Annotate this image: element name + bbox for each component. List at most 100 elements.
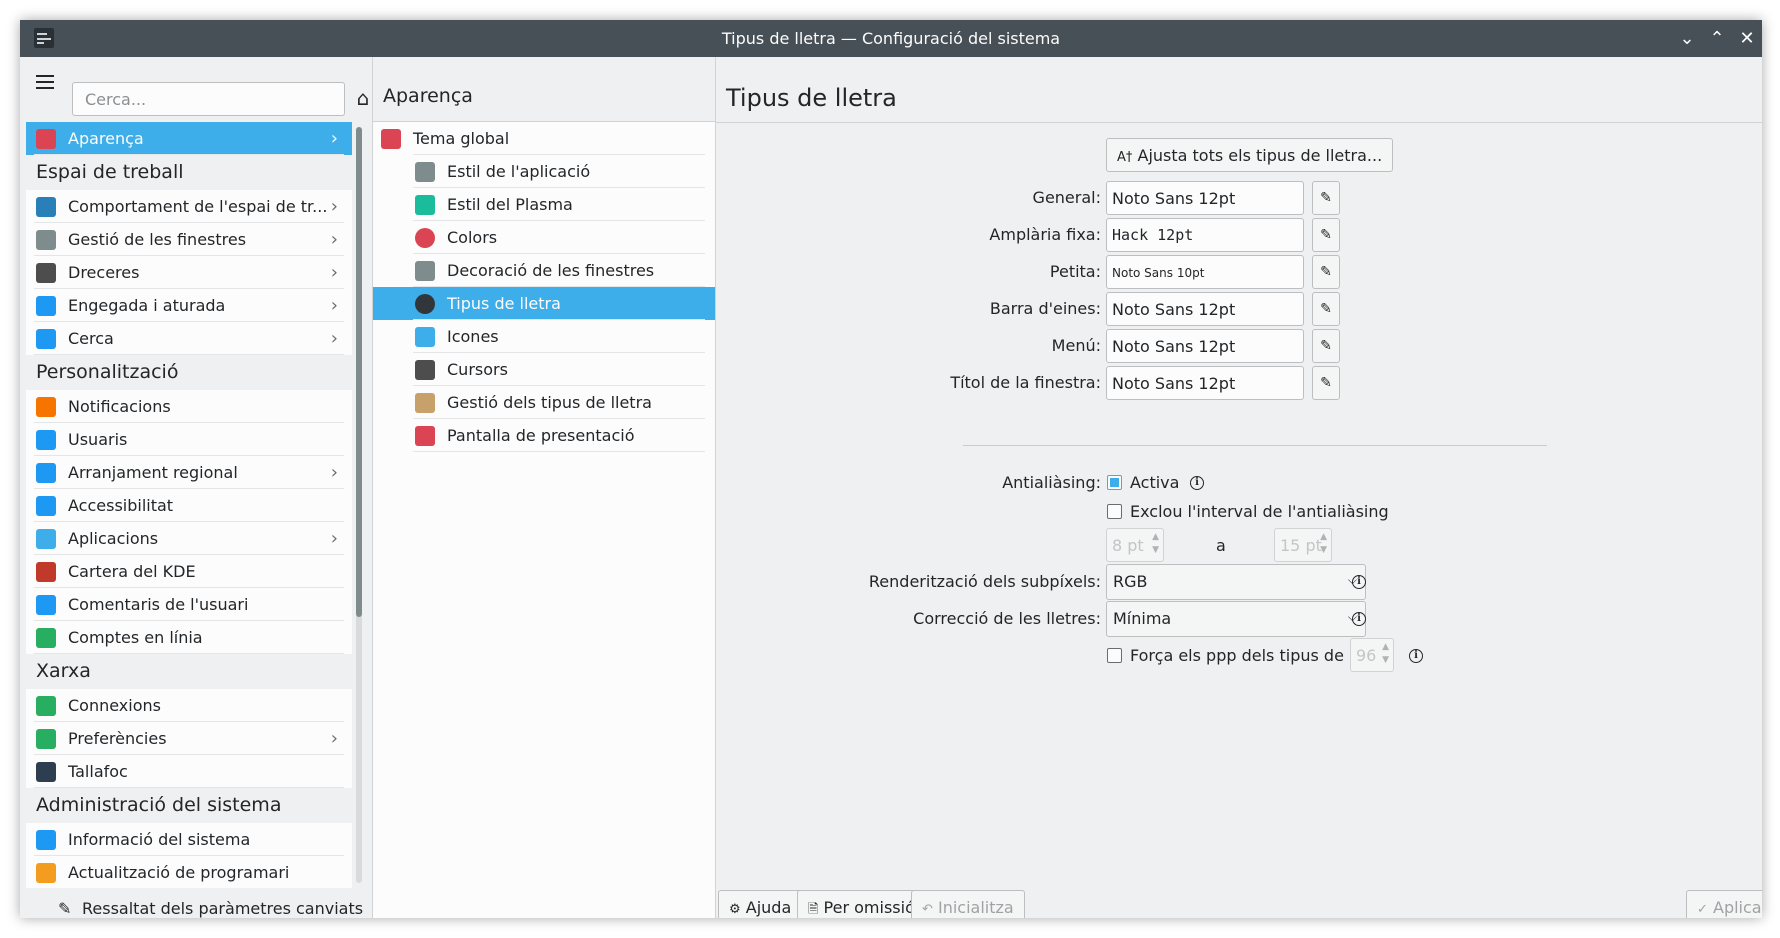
sidebar-item-comentaris-de-l-usuari[interactable]: Comentaris de l'usuari	[26, 588, 352, 621]
help-label: Ajuda	[745, 898, 792, 917]
category-item-tipus-de-lletra[interactable]: Tipus de lletra	[373, 287, 715, 320]
category-item-cursors[interactable]: Cursors	[373, 353, 715, 386]
sidebar-item-usuaris[interactable]: Usuaris	[26, 423, 352, 456]
sidebar-item-informacio-del-sistema[interactable]: Informació del sistema	[26, 823, 352, 856]
hamburger-menu-icon[interactable]	[36, 75, 54, 89]
sidebar-item-label: Comentaris de l'usuari	[68, 595, 249, 614]
settings-window: Tipus de lletra — Configuració del siste…	[20, 20, 1762, 918]
force-dpi-checkbox[interactable]	[1107, 648, 1122, 663]
sidebar-item-connexions[interactable]: Connexions	[26, 689, 352, 722]
fonts-page: Tipus de lletra A† Ajusta tots els tipus…	[716, 57, 1762, 918]
spin-arrows-icon[interactable]: ▲ ▼	[1152, 531, 1159, 557]
hinting-select[interactable]: Mínima ⌵	[1106, 601, 1366, 637]
exclude-from-spinbox[interactable]: 8 pt ▲ ▼	[1106, 528, 1164, 562]
chevron-right-icon: ›	[330, 328, 338, 349]
sidebar-item-label: Cerca	[68, 329, 114, 348]
sidebar-item-gestio-de-les-finestres[interactable]: Gestió de les finestres ›	[26, 223, 352, 256]
reset-button[interactable]: ↶ Inicialitza	[911, 890, 1025, 918]
sidebar-item-cerca[interactable]: Cerca ›	[26, 322, 352, 355]
sidebar-item-cartera-del-kde[interactable]: Cartera del KDE	[26, 555, 352, 588]
sidebar-scrollbar[interactable]	[356, 127, 362, 883]
font-field-titol-de-la-finestra[interactable]: Noto Sans 12pt	[1106, 366, 1304, 400]
category-item-label: Tema global	[413, 129, 510, 148]
edit-font-pen-icon[interactable]: ✎	[1312, 366, 1340, 400]
info-icon[interactable]: i	[1409, 649, 1423, 663]
defaults-button[interactable]: 🗎 Per omissió	[797, 890, 926, 918]
exclude-to-spinbox[interactable]: 15 pt ▲ ▼	[1274, 528, 1332, 562]
subpixel-rendering-value: RGB	[1113, 572, 1148, 591]
category-item-colors[interactable]: Colors	[373, 221, 715, 254]
font-field-general[interactable]: Noto Sans 12pt	[1106, 181, 1304, 215]
exclude-range-checkbox[interactable]	[1107, 504, 1122, 519]
help-button[interactable]: ⚙ Ajuda	[718, 890, 803, 918]
edit-font-pen-icon[interactable]: ✎	[1312, 292, 1340, 326]
keyboard-icon	[36, 263, 56, 283]
category-item-decoracio-de-les-finestres[interactable]: Decoració de les finestres	[373, 254, 715, 287]
font-field-menu[interactable]: Noto Sans 12pt	[1106, 329, 1304, 363]
font-icon: A†	[1117, 150, 1133, 165]
exclude-range-label[interactable]: Exclou l'interval de l'antialiàsing	[1130, 502, 1389, 521]
window-decoration-icon	[415, 261, 435, 281]
category-item-gestio-dels-tipus-de-lletra[interactable]: Gestió dels tipus de lletra	[373, 386, 715, 419]
sidebar-item-preferencies[interactable]: Preferències ›	[26, 722, 352, 755]
font-management-icon	[415, 393, 435, 413]
sidebar-item-aparenca[interactable]: Aparença ›	[26, 122, 352, 155]
sidebar-item-label: Gestió de les finestres	[68, 230, 247, 249]
search-input[interactable]: Cerca...	[72, 82, 345, 116]
sidebar-item-comptes-en-linia[interactable]: Comptes en línia	[26, 621, 352, 654]
sidebar-item-actualitzacio-de-programari[interactable]: Actualització de programari	[26, 856, 352, 888]
category-item-estil-del-plasma[interactable]: Estil del Plasma	[373, 188, 715, 221]
info-icon[interactable]: i	[1352, 612, 1366, 626]
sidebar-item-engegada-i-aturada[interactable]: Engegada i aturada ›	[26, 289, 352, 322]
info-icon	[36, 830, 56, 850]
sidebar: Cerca... ⌂ Aparença › Espai de treball Comp…	[20, 57, 372, 918]
edit-font-pen-icon[interactable]: ✎	[1312, 181, 1340, 215]
sidebar-item-tallafoc[interactable]: Tallafoc	[26, 755, 352, 788]
edit-font-pen-icon[interactable]: ✎	[1312, 218, 1340, 252]
category-item-label: Estil del Plasma	[447, 195, 573, 214]
sidebar-item-aplicacions[interactable]: Aplicacions ›	[26, 522, 352, 555]
spin-arrows-icon[interactable]: ▲ ▼	[1320, 531, 1327, 557]
sidebar-item-label: Tallafoc	[68, 762, 128, 781]
maximize-icon[interactable]: ⌃	[1704, 26, 1730, 52]
sidebar-item-arranjament-regional[interactable]: Arranjament regional ›	[26, 456, 352, 489]
help-icon: ⚙	[729, 902, 741, 917]
exclude-to-value: 15 pt	[1280, 536, 1322, 555]
title-bar: Tipus de lletra — Configuració del siste…	[20, 20, 1762, 57]
chevron-right-icon: ›	[330, 262, 338, 283]
font-field-barra-d-eines[interactable]: Noto Sans 12pt	[1106, 292, 1304, 326]
info-icon[interactable]: i	[1352, 575, 1366, 589]
edit-font-pen-icon[interactable]: ✎	[1312, 329, 1340, 363]
category-item-estil-de-l-aplicacio[interactable]: Estil de l'aplicació	[373, 155, 715, 188]
antialiasing-enable-checkbox[interactable]	[1107, 475, 1122, 490]
info-icon[interactable]: i	[1190, 476, 1204, 490]
close-icon[interactable]: ✕	[1734, 26, 1760, 52]
category-item-label: Gestió dels tipus de lletra	[447, 393, 652, 412]
edit-font-pen-icon[interactable]: ✎	[1312, 255, 1340, 289]
category-item-icones[interactable]: Icones	[373, 320, 715, 353]
page-title-divider	[716, 122, 1762, 123]
font-field-petita[interactable]: Noto Sans 10pt	[1106, 255, 1304, 289]
sidebar-scrollbar-thumb[interactable]	[356, 127, 362, 617]
adjust-all-fonts-button[interactable]: A† Ajusta tots els tipus de lletra...	[1106, 138, 1394, 172]
category-item-tema-global[interactable]: Tema global	[373, 122, 715, 155]
spin-arrows-icon[interactable]: ▲ ▼	[1382, 641, 1389, 667]
font-label-petita: Petita:	[1049, 262, 1101, 281]
sidebar-item-accessibilitat[interactable]: Accessibilitat	[26, 489, 352, 522]
font-field-amplaria-fixa[interactable]: Hack 12pt	[1106, 218, 1304, 252]
force-dpi-spinbox[interactable]: 96 ▲ ▼	[1350, 638, 1394, 672]
accessibility-icon	[36, 496, 56, 516]
sidebar-item-label: Comptes en línia	[68, 628, 203, 647]
sidebar-item-notificacions[interactable]: Notificacions	[26, 390, 352, 423]
highlight-changed-settings-button[interactable]: ✎ Ressaltat dels paràmetres canviats	[58, 897, 363, 918]
sidebar-item-label: Comportament de l'espai de tr...	[68, 197, 328, 216]
minimize-icon[interactable]: ⌄	[1674, 26, 1700, 52]
category-item-label: Cursors	[447, 360, 508, 379]
apply-button[interactable]: ✓ Aplica	[1686, 890, 1762, 918]
sidebar-item-dreceres[interactable]: Dreceres ›	[26, 256, 352, 289]
category-item-pantalla-de-presentacio[interactable]: Pantalla de presentació	[373, 419, 715, 452]
subpixel-rendering-select[interactable]: RGB ⌵	[1106, 564, 1366, 600]
chevron-right-icon: ›	[330, 528, 338, 549]
sidebar-item-comportament-de-l-espai-de-tr[interactable]: Comportament de l'espai de tr... ›	[26, 190, 352, 223]
antialiasing-enable-label[interactable]: Activa	[1130, 473, 1179, 492]
